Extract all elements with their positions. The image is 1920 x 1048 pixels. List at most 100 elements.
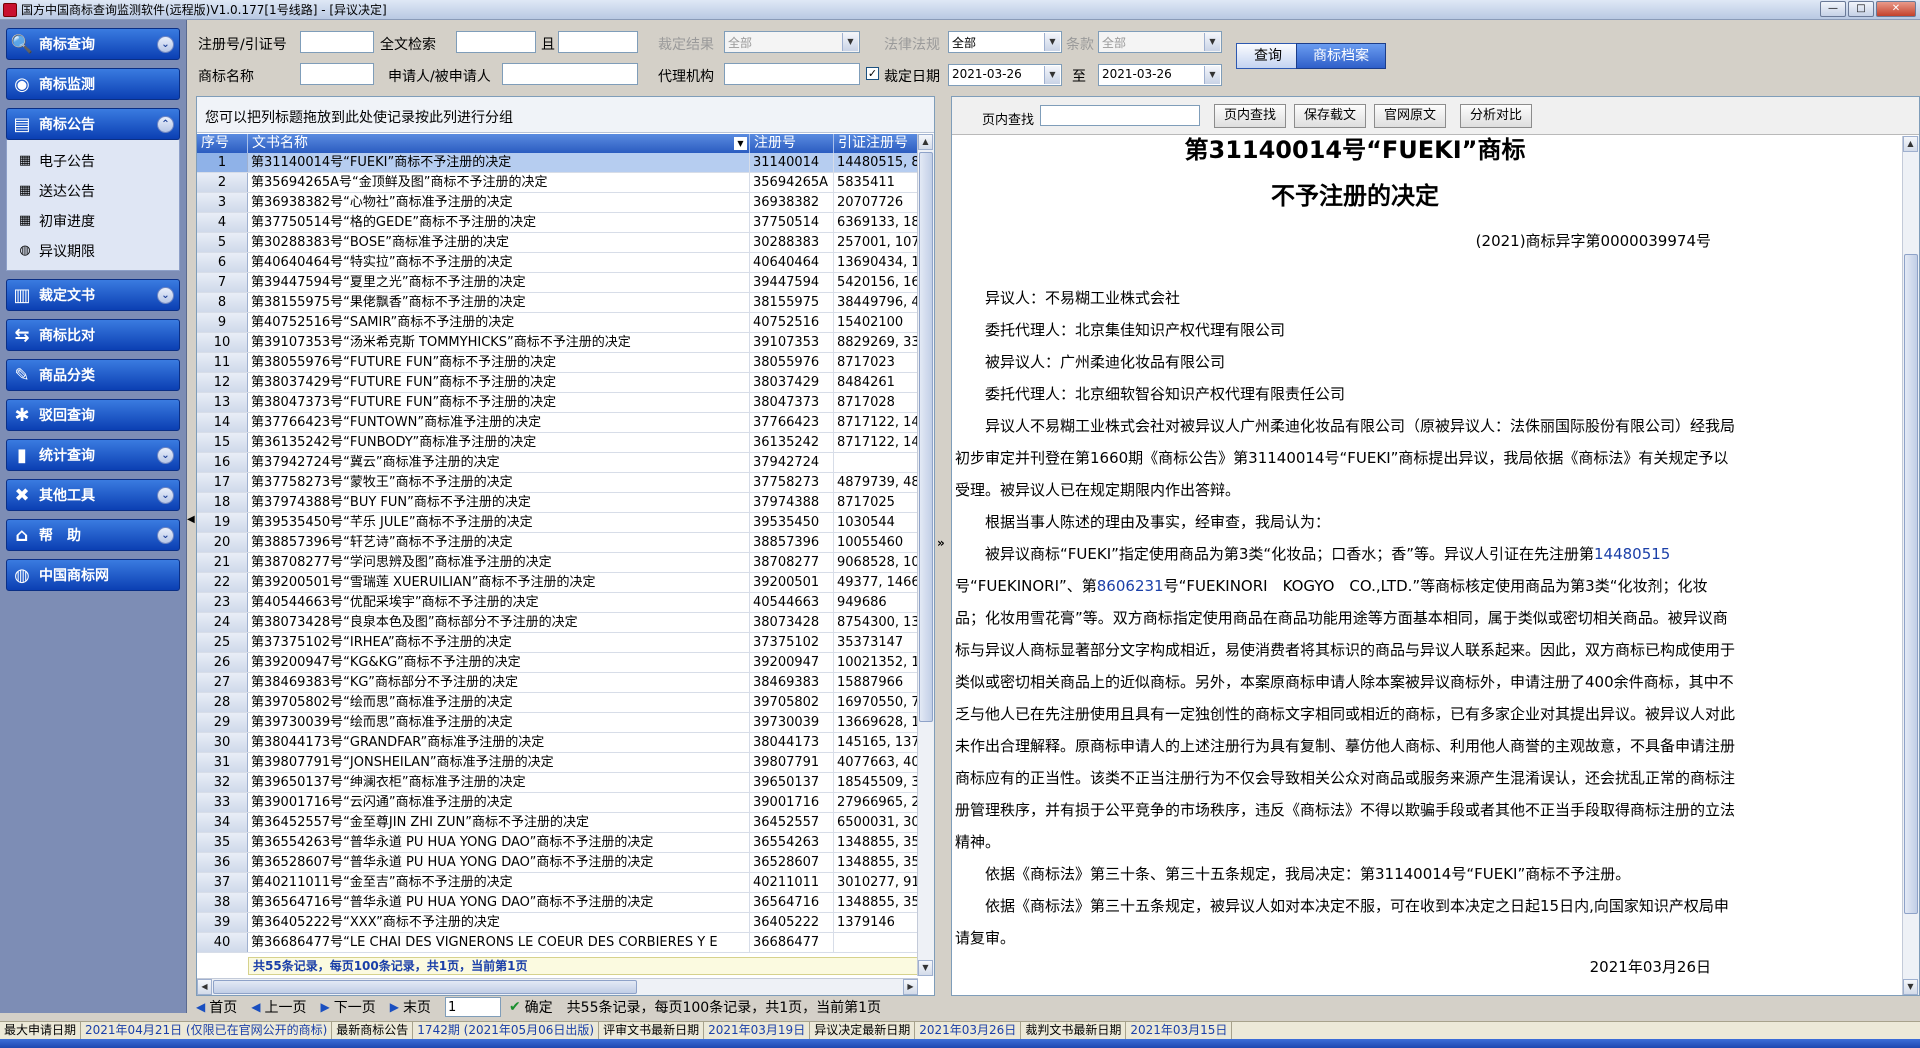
query-button[interactable]: 查询 — [1236, 43, 1300, 69]
table-row[interactable]: 23 第40544663号“优配采埃宇”商标不予注册的决定 40544663 9496… — [197, 593, 918, 613]
table-row[interactable]: 21 第38708277号“学问思辨及图”商标准予注册的决定 38708277 906… — [197, 553, 918, 573]
doc-vertical-scrollbar[interactable]: ▲ ▼ — [1902, 136, 1919, 995]
chevron-down-icon[interactable]: ⌄ — [157, 287, 174, 304]
sidebar-item-review-progress[interactable]: ▦ 初审进度 — [7, 206, 179, 236]
fulltext-input-1[interactable] — [456, 31, 536, 53]
table-row[interactable]: 3 第36938382号“心物社”商标准予注册的决定 36938382 2070772… — [197, 193, 918, 213]
chevron-down-icon[interactable]: ⌄ — [157, 487, 174, 504]
result-select[interactable]: 全部 ▼ — [724, 31, 860, 53]
collapse-sidebar-handle[interactable]: ◀ — [187, 514, 195, 525]
scroll-thumb[interactable] — [213, 980, 637, 994]
table-row[interactable]: 12 第38037429号“FUTURE FUN”商标不予注册的决定 3803742… — [197, 373, 918, 393]
nav-trademark-compare[interactable]: ⇆ 商标比对 — [6, 319, 180, 351]
col-docname-header[interactable]: 文书名称 ▼ — [248, 134, 750, 153]
table-row[interactable]: 17 第37758273号“蒙牧王”商标不予注册的决定 37758273 487973… — [197, 473, 918, 493]
scroll-thumb[interactable] — [919, 152, 933, 722]
nav-other-tools[interactable]: ✖ 其他工具 ⌄ — [6, 479, 180, 511]
table-row[interactable]: 11 第38055976号“FUTURE FUN”商标不予注册的决定 3805597… — [197, 353, 918, 373]
table-row[interactable]: 8 第38155975号“果佬飘香”商标不予注册的决定 38155975 384497… — [197, 293, 918, 313]
nav-trademark-monitor[interactable]: ◉ 商标监测 — [6, 68, 180, 100]
table-row[interactable]: 38 第36564716号“普华永道 PU HUA YONG DAO”商标不予注册… — [197, 893, 918, 913]
analysis-compare-button[interactable]: 分析对比 — [1460, 104, 1532, 128]
pane-splitter[interactable]: » — [936, 96, 950, 996]
table-row[interactable]: 20 第38857396号“轩艺诗”商标不予注册的决定 38857396 100554… — [197, 533, 918, 553]
date-filter-checkbox[interactable]: ✓ — [866, 67, 879, 80]
law-select[interactable]: 全部 ▼ — [948, 31, 1062, 53]
table-row[interactable]: 40 第36686477号“LE CHAI DES VIGNERONS LE CO… — [197, 933, 918, 953]
nav-stats-search[interactable]: ▮ 统计查询 ⌄ — [6, 439, 180, 471]
confirm-page-button[interactable]: ✔ 确定 — [509, 997, 553, 1017]
table-row[interactable]: 4 第37750514号“格的GEDE”商标不予注册的决定 37750514 6369… — [197, 213, 918, 233]
chevron-down-icon[interactable]: ⌄ — [157, 447, 174, 464]
table-row[interactable]: 18 第37974388号“BUY FUN”商标不予注册的决定 37974388 87… — [197, 493, 918, 513]
scroll-left-icon[interactable]: ◀ — [197, 979, 212, 995]
table-row[interactable]: 16 第37942724号“冀云”商标准予注册的决定 37942724 — [197, 453, 918, 473]
next-page-button[interactable]: ▶ 下一页 — [320, 997, 375, 1017]
prev-page-button[interactable]: ◀ 上一页 — [251, 997, 306, 1017]
filter-dropdown-icon[interactable]: ▼ — [734, 137, 747, 150]
nav-help[interactable]: ⌂ 帮 助 ⌄ — [6, 519, 180, 551]
table-row[interactable]: 34 第36452557号“金至尊JIN ZHI ZUN”商标不予注册的决定 364… — [197, 813, 918, 833]
find-button[interactable]: 页内查找 — [1214, 104, 1286, 128]
agent-input[interactable] — [724, 63, 860, 85]
scroll-right-icon[interactable]: ▶ — [903, 979, 918, 995]
chevron-down-icon[interactable]: ⌄ — [157, 527, 174, 544]
maximize-button[interactable]: □ — [1848, 1, 1874, 17]
table-row[interactable]: 36 第36528607号“普华永道 PU HUA YONG DAO”商标不予注册… — [197, 853, 918, 873]
first-page-button[interactable]: ◀ 首页 — [196, 997, 237, 1017]
nav-ruling-docs[interactable]: ▥ 裁定文书 ⌄ — [6, 279, 180, 311]
nav-reject-search[interactable]: ✱ 驳回查询 — [6, 399, 180, 431]
clause-select[interactable]: 全部 ▼ — [1098, 31, 1222, 53]
col-regno-header[interactable]: 注册号 — [750, 134, 834, 153]
citation-link[interactable]: 14480515 — [1594, 545, 1670, 563]
fulltext-input-2[interactable] — [558, 31, 638, 53]
table-row[interactable]: 7 第39447594号“夏里之光”商标不予注册的决定 39447594 542015… — [197, 273, 918, 293]
col-citeno-header[interactable]: 引证注册号 — [834, 134, 918, 153]
nav-goods-category[interactable]: ✎ 商品分类 — [6, 359, 180, 391]
table-row[interactable]: 19 第39535450号“芊乐 JULE”商标不予注册的决定 39535450 10… — [197, 513, 918, 533]
table-row[interactable]: 14 第37766423号“FUNTOWN”商标准予注册的决定 37766423 87… — [197, 413, 918, 433]
reg-no-input[interactable] — [300, 31, 374, 53]
scroll-up-icon[interactable]: ▲ — [1903, 136, 1918, 152]
sidebar-item-delivery-notice[interactable]: ▦ 送达公告 — [7, 176, 179, 206]
table-row[interactable]: 29 第39730039号“绘而思”商标准予注册的决定 39730039 136696… — [197, 713, 918, 733]
table-row[interactable]: 15 第36135242号“FUNBODY”商标准予注册的决定 36135242 87… — [197, 433, 918, 453]
table-row[interactable]: 28 第39705802号“绘而思”商标准予注册的决定 39705802 169705… — [197, 693, 918, 713]
table-row[interactable]: 26 第39200947号“KG&KG”商标不予注册的决定 39200947 1002… — [197, 653, 918, 673]
chevron-up-icon[interactable]: ⌃ — [157, 116, 174, 133]
table-row[interactable]: 22 第39200501号“雪瑞莲 XUERUILIAN”商标不予注册的决定 392… — [197, 573, 918, 593]
archive-button[interactable]: 商标档案 — [1296, 43, 1386, 69]
minimize-button[interactable]: — — [1820, 1, 1846, 17]
table-row[interactable]: 10 第39107353号“汤米希克斯 TOMMYHICKS”商标不予注册的决定 3… — [197, 333, 918, 353]
scroll-up-icon[interactable]: ▲ — [918, 134, 933, 150]
date-to-picker[interactable]: 2021-03-26 ▼ — [1098, 64, 1222, 86]
table-row[interactable]: 37 第40211011号“金至吉”商标不予注册的决定 40211011 301027… — [197, 873, 918, 893]
table-row[interactable]: 9 第40752516号“SAMIR”商标不予注册的决定 40752516 15402… — [197, 313, 918, 333]
table-row[interactable]: 5 第30288383号“BOSE”商标准予注册的决定 30288383 257001… — [197, 233, 918, 253]
expand-right-icon[interactable]: » — [937, 536, 945, 550]
nav-china-trademark-web[interactable]: ◍ 中国商标网 — [6, 559, 180, 591]
grid-horizontal-scrollbar[interactable]: ◀ ▶ — [197, 978, 918, 995]
table-row[interactable]: 27 第38469383号“KG”商标部分不予注册的决定 38469383 15887… — [197, 673, 918, 693]
table-row[interactable]: 2 第35694265A号“金顶鲜及图”商标不予注册的决定 35694265A 583… — [197, 173, 918, 193]
table-row[interactable]: 33 第39001716号“云闪通”商标准予注册的决定 39001716 279669… — [197, 793, 918, 813]
citation-link[interactable]: 8606231 — [1097, 577, 1164, 595]
grid-vertical-scrollbar[interactable]: ▲ ▼ — [917, 134, 934, 976]
nav-trademark-search[interactable]: 🔍 商标查询 ⌄ — [6, 28, 180, 60]
table-row[interactable]: 35 第36554263号“普华永道 PU HUA YONG DAO”商标不予注册… — [197, 833, 918, 853]
close-button[interactable]: ✕ — [1876, 1, 1916, 17]
scroll-down-icon[interactable]: ▼ — [1903, 979, 1918, 995]
page-number-input[interactable] — [444, 997, 501, 1017]
table-row[interactable]: 32 第39650137号“绅澜衣柜”商标准予注册的决定 39650137 18545… — [197, 773, 918, 793]
nav-trademark-notice[interactable]: ▤ 商标公告 ⌃ — [6, 108, 180, 140]
scroll-thumb[interactable] — [1904, 254, 1918, 914]
last-page-button[interactable]: ▶ 末页 — [390, 997, 431, 1017]
find-input[interactable] — [1040, 105, 1200, 126]
date-from-picker[interactable]: 2021-03-26 ▼ — [948, 64, 1062, 86]
table-row[interactable]: 39 第36405222号“XXX”商标不予注册的决定 36405222 137914… — [197, 913, 918, 933]
official-original-button[interactable]: 官网原文 — [1374, 104, 1446, 128]
table-row[interactable]: 6 第40640464号“特实拉”商标不予注册的决定 40640464 1369043… — [197, 253, 918, 273]
table-row[interactable]: 13 第38047373号“FUTURE FUN”商标不予注册的决定 3804737… — [197, 393, 918, 413]
applicant-input[interactable] — [502, 63, 638, 85]
sidebar-item-e-notice[interactable]: ▦ 电子公告 — [7, 146, 179, 176]
